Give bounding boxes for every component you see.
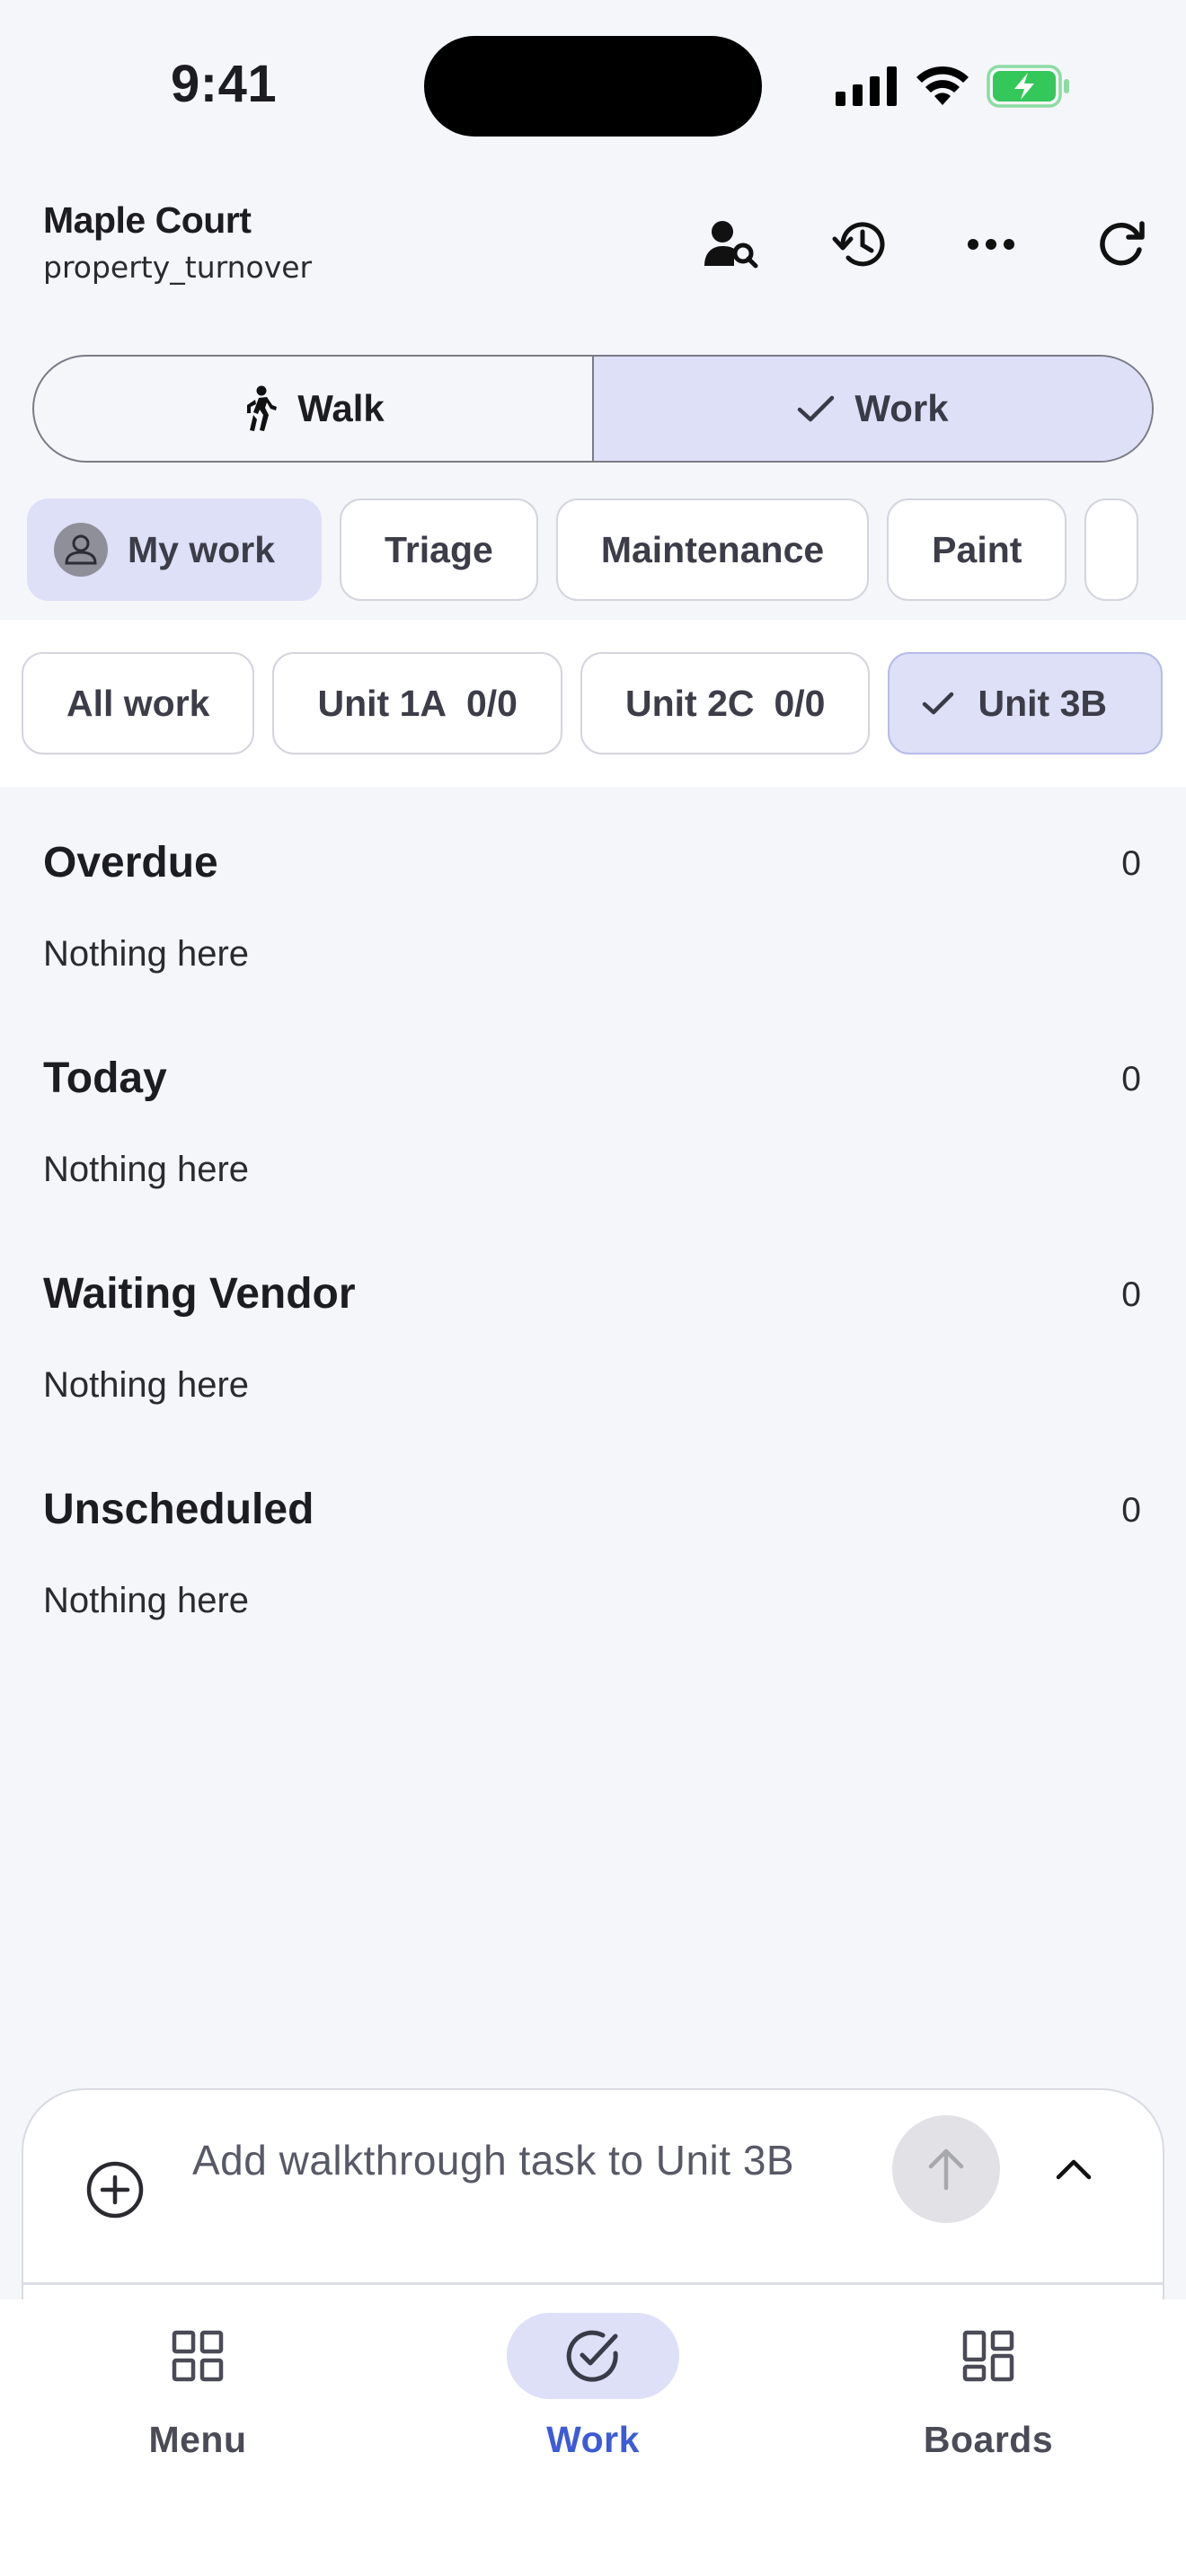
section-empty-waiting-vendor: Nothing here [43,1365,250,1405]
nav-menu-pill [111,2313,284,2399]
avatar [54,523,108,577]
unit-chip-1a[interactable]: Unit 1A 0/0 [272,652,562,754]
nav-work[interactable]: Work [458,2313,728,2461]
section-title-overdue: Overdue [43,839,218,887]
filter-chip-row: My work Triage Maintenance Paint [27,498,1139,601]
nav-menu-label: Menu [148,2419,247,2460]
composer-divider [22,2282,1164,2285]
grid-icon [172,2330,224,2382]
plus-circle-icon [86,2161,144,2219]
person-icon [65,534,97,565]
more-button[interactable] [955,208,1027,280]
filter-chip-label: Maintenance [600,528,825,570]
dashboard-icon [962,2330,1014,2382]
wifi-icon [916,66,969,105]
work-mode-label: Work [854,387,949,429]
section-empty-today: Nothing here [43,1150,250,1189]
send-button[interactable] [892,2115,1000,2223]
unit-chip-count: 0/0 [465,682,518,724]
nav-boards[interactable]: Boards [854,2313,1123,2461]
unit-chip-3b[interactable]: Unit 3B [888,652,1163,754]
expand-composer-button[interactable] [1042,2138,1105,2201]
unit-chip-2c[interactable]: Unit 2C 0/0 [580,652,871,754]
refresh-button[interactable] [1085,208,1157,280]
section-empty-unscheduled: Nothing here [43,1581,250,1620]
filter-chip-label: Triage [385,528,493,570]
check-icon [923,692,954,715]
nav-menu[interactable]: Menu [63,2313,332,2461]
refresh-icon [1100,221,1145,266]
add-attachment-button[interactable] [85,2160,145,2219]
unit-chip-row: All work Unit 1A 0/0 Unit 2C 0/0 Unit 3B [22,652,1163,754]
filter-chip-label: Paint [932,528,1022,570]
nav-work-pill [507,2313,679,2399]
unit-chip-all-work[interactable]: All work [22,652,255,754]
history-icon [832,222,885,267]
battery-icon [987,65,1069,108]
signal-icon [836,66,897,106]
check-circle-icon [566,2330,618,2382]
status-icons [836,63,1071,110]
section-count-unscheduled: 0 [1121,1491,1141,1530]
walk-mode-button[interactable]: Walk [34,357,594,461]
unit-chip-label: Unit 1A [317,682,447,724]
section-count-today: 0 [1121,1060,1141,1098]
more-icon [968,239,1014,250]
section-count-waiting-vendor: 0 [1121,1275,1141,1314]
filter-chip-my-work[interactable]: My work [27,498,323,601]
work-mode-button[interactable]: Work [594,357,1152,461]
task-input[interactable]: Add walkthrough task to Unit 3B [192,2129,857,2192]
check-icon [798,395,835,422]
filter-chip-maintenance[interactable]: Maintenance [555,498,870,601]
workflow-subtitle: property_turnover [43,250,313,285]
filter-chip-label: My work [128,528,276,570]
section-title-waiting-vendor: Waiting Vendor [43,1270,356,1318]
dynamic-island [424,36,762,137]
task-composer [22,2088,1164,2304]
section-title-today: Today [43,1054,167,1102]
nav-boards-pill [902,2313,1075,2399]
property-title: Maple Court [43,199,252,241]
nav-work-label: Work [546,2419,640,2460]
person-search-button[interactable] [695,208,767,280]
person-search-icon [704,221,758,269]
filter-chip-more[interactable] [1084,498,1139,601]
filter-chip-paint[interactable]: Paint [887,498,1067,601]
filter-chip-triage[interactable]: Triage [340,498,538,601]
section-count-overdue: 0 [1121,844,1141,883]
arrow-up-icon [928,2148,964,2191]
section-empty-overdue: Nothing here [43,934,250,974]
unit-chip-count: 0/0 [774,682,826,724]
unit-chip-label: Unit 2C [624,682,755,724]
section-title-unscheduled: Unscheduled [43,1486,314,1533]
nav-boards-label: Boards [923,2419,1054,2460]
status-time: 9:41 [171,55,278,113]
chevron-up-icon [1056,2159,1092,2180]
unit-chip-label: All work [66,682,210,724]
history-button[interactable] [825,208,897,280]
unit-chip-label: Unit 3B [978,682,1107,724]
walk-mode-label: Walk [297,387,385,429]
walk-icon [247,385,278,431]
mode-toggle: Walk Work [32,355,1154,463]
